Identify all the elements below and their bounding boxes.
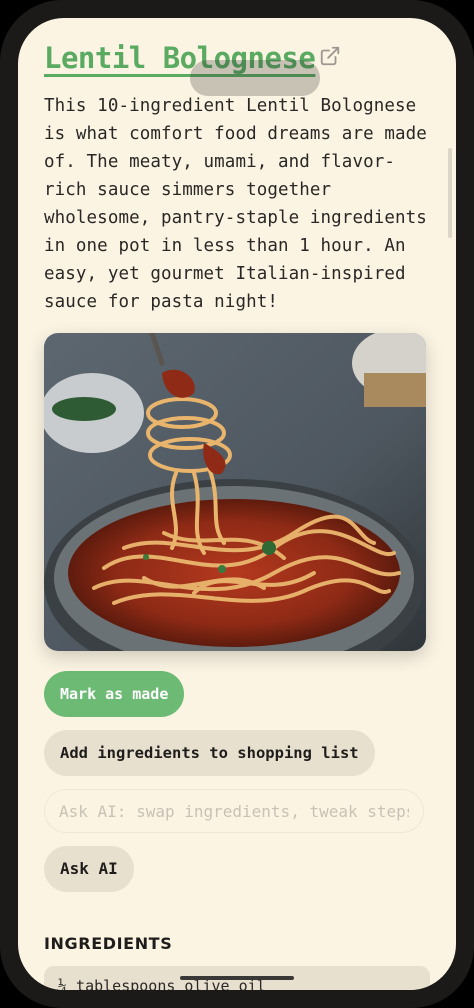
external-link-icon[interactable] [319,45,341,67]
ask-ai-button[interactable]: Ask AI [44,846,134,892]
mark-as-made-button[interactable]: Mark as made [44,671,185,717]
recipe-content: Lentil Bolognese This 10-ingredient Lent… [44,38,430,990]
app-screen: Lentil Bolognese This 10-ingredient Lent… [18,18,456,990]
pasta-image [44,333,426,651]
phone-frame: Lentil Bolognese This 10-ingredient Lent… [0,0,474,1008]
ingredients-heading: INGREDIENTS [44,934,173,953]
dynamic-island [190,60,320,96]
home-indicator[interactable] [180,976,294,980]
scrollbar[interactable] [448,148,452,238]
ask-ai-input[interactable] [44,789,424,833]
add-to-shopping-list-button[interactable]: Add ingredients to shopping list [44,730,375,776]
recipe-description: This 10-ingredient Lentil Bolognese is w… [44,96,427,312]
recipe-photo [44,333,426,651]
